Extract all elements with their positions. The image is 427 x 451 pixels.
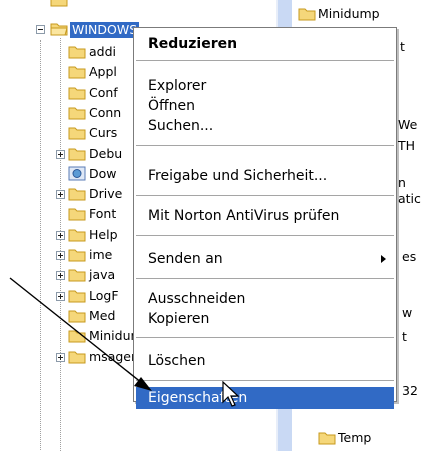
menu-separator — [136, 337, 394, 338]
folder-open-icon — [50, 23, 68, 36]
folder-icon — [68, 188, 86, 201]
menu-item-suchen[interactable]: Suchen... — [136, 115, 394, 137]
tree-item-label[interactable]: java — [89, 267, 115, 283]
right-fragment: w — [402, 305, 413, 320]
tree-item-label[interactable]: Debu — [89, 146, 122, 162]
menu-item-label: Löschen — [148, 353, 206, 369]
folder-icon — [68, 351, 86, 364]
menu-item-eigenschaften[interactable]: Eigenschaften — [136, 387, 394, 409]
folder-icon — [50, 0, 68, 7]
expand-toggle[interactable] — [56, 271, 65, 280]
folder-icon — [68, 46, 86, 59]
submenu-arrow-icon — [381, 255, 386, 263]
menu-item-freigabe-und-sicherheit[interactable]: Freigabe und Sicherheit... — [136, 165, 394, 187]
tree-item-label[interactable]: Med — [89, 308, 115, 324]
folder-icon — [298, 8, 316, 21]
mouse-cursor-icon — [222, 381, 240, 407]
folder-icon — [68, 269, 86, 282]
menu-item-senden-an[interactable]: Senden an — [136, 248, 394, 270]
menu-item-label: Suchen... — [148, 118, 214, 134]
menu-separator — [136, 278, 394, 279]
menu-item-label: Explorer — [148, 78, 207, 94]
expand-toggle[interactable] — [56, 353, 65, 362]
folder-icon — [68, 229, 86, 242]
expand-toggle[interactable] — [56, 292, 65, 301]
expand-toggle[interactable] — [56, 231, 65, 240]
tree-item-label[interactable]: Drive — [89, 186, 122, 202]
menu-item-label: Öffnen — [148, 98, 196, 114]
tree-item-label[interactable]: Help — [89, 227, 118, 243]
expand-toggle[interactable] — [56, 150, 65, 159]
menu-item-label: Reduzieren — [148, 36, 238, 52]
menu-item-label: Senden an — [148, 251, 223, 267]
expand-toggle[interactable] — [56, 251, 65, 260]
context-menu: Reduzieren Explorer Öffnen Suchen... Freigab… — [133, 27, 397, 409]
right-fragment: atic — [398, 191, 421, 206]
folder-icon — [68, 310, 86, 323]
right-item-minidump[interactable]: Minidump — [318, 6, 380, 22]
tree-root-label[interactable]: WINDOWS — [70, 22, 140, 38]
menu-item-reduzieren[interactable]: Reduzieren — [136, 33, 394, 55]
tree-item-label[interactable]: Appl — [89, 64, 117, 80]
menu-separator — [136, 380, 394, 381]
menu-item-label: Ausschneiden — [148, 291, 246, 307]
folder-icon — [68, 107, 86, 120]
menu-item-explorer[interactable]: Explorer — [136, 75, 394, 97]
folder-icon — [68, 249, 86, 262]
folder-icon — [68, 208, 86, 221]
right-fragment: t — [400, 39, 405, 54]
tree-item-label[interactable]: Conf — [89, 85, 118, 101]
folder-icon — [318, 432, 336, 445]
right-fragment: We — [398, 117, 418, 132]
folder-icon — [68, 66, 86, 79]
tree-item-label[interactable]: Curs — [89, 125, 117, 141]
folder-icon — [68, 290, 86, 303]
menu-separator — [136, 60, 394, 61]
folder-icon — [68, 148, 86, 161]
menu-item-löschen[interactable]: Löschen — [136, 350, 394, 372]
menu-item-label: Kopieren — [148, 311, 210, 327]
menu-item-label: Freigabe und Sicherheit... — [148, 168, 328, 184]
tree-item-label[interactable]: ime — [89, 247, 112, 263]
menu-separator — [136, 235, 394, 236]
right-item-temp[interactable]: Temp — [338, 430, 371, 446]
right-fragment: t — [402, 329, 407, 344]
downloaded-files-icon — [68, 166, 86, 181]
collapse-toggle[interactable] — [36, 25, 45, 34]
right-fragment: 32 — [402, 383, 418, 398]
right-fragment: TH — [398, 138, 416, 153]
menu-separator — [136, 195, 394, 196]
folder-icon — [68, 127, 86, 140]
right-fragment: es — [402, 249, 417, 264]
menu-item-kopieren[interactable]: Kopieren — [136, 308, 394, 330]
tree-item-label[interactable]: LogF — [89, 288, 119, 304]
tree-item-label[interactable]: Font — [89, 206, 116, 222]
right-fragment: n — [398, 175, 406, 190]
menu-item-mit-norton-antivirus-prüfen[interactable]: Mit Norton AntiVirus prüfen — [136, 205, 394, 227]
tree-item-label[interactable]: Dow — [89, 166, 117, 182]
menu-separator — [136, 145, 394, 146]
tree-item-label[interactable]: Conn — [89, 105, 121, 121]
menu-item-öffnen[interactable]: Öffnen — [136, 95, 394, 117]
folder-icon — [68, 330, 86, 343]
folder-icon — [68, 87, 86, 100]
tree-item-label[interactable]: addi — [89, 44, 116, 60]
expand-toggle[interactable] — [56, 190, 65, 199]
menu-item-ausschneiden[interactable]: Ausschneiden — [136, 288, 394, 310]
menu-item-label: Mit Norton AntiVirus prüfen — [148, 208, 340, 224]
